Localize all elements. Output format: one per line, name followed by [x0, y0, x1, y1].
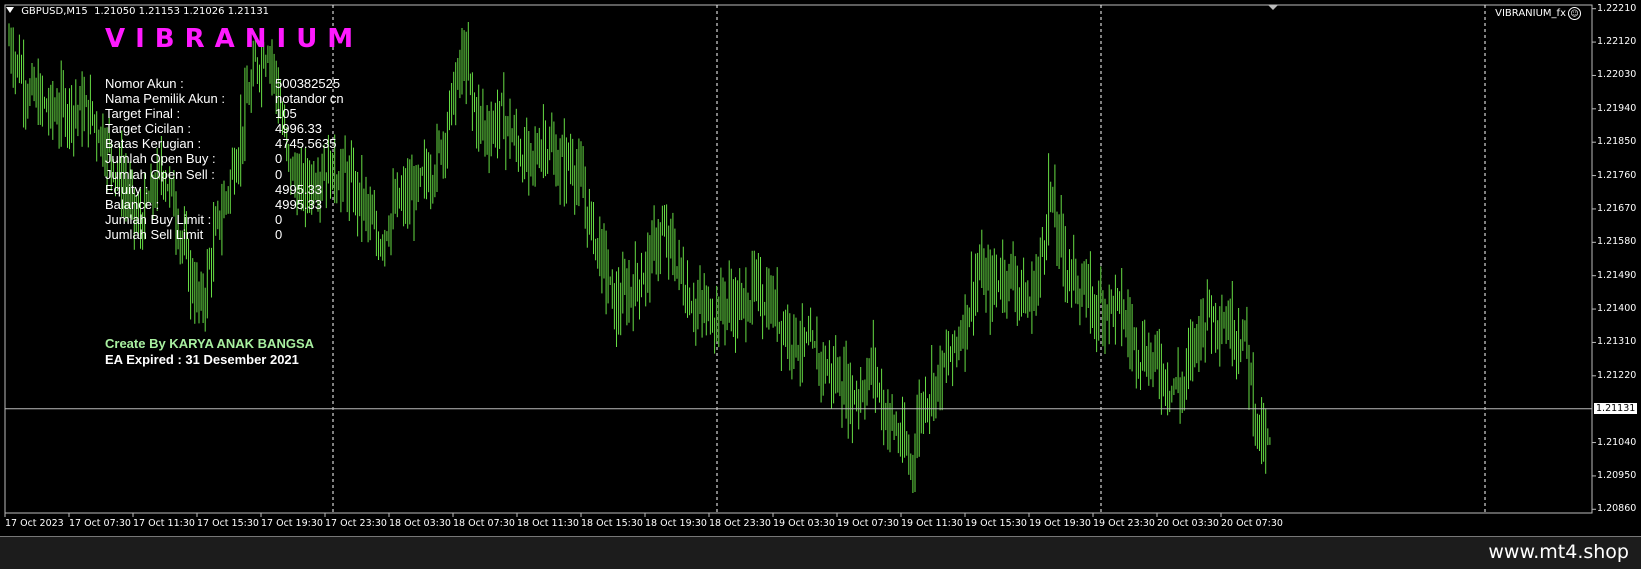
- time-tick-label: 18 Oct 07:30: [453, 518, 515, 529]
- smiley-icon[interactable]: ☺: [1568, 7, 1581, 20]
- price-tick-label: 1.21490: [1597, 269, 1637, 281]
- footer-bar: www.mt4.shop: [0, 537, 1641, 569]
- info-value: 0: [275, 166, 283, 182]
- info-value: 0: [275, 151, 283, 167]
- dropdown-triangle-icon[interactable]: [6, 7, 14, 13]
- expert-advisor-badge[interactable]: VIBRANIUM_fx ☺: [1495, 7, 1581, 20]
- time-tick-label: 19 Oct 07:30: [837, 518, 899, 529]
- info-label: Batas Kerugian :: [105, 136, 202, 152]
- time-tick-label: 19 Oct 23:30: [1093, 518, 1155, 529]
- price-tick-label: 1.21400: [1597, 303, 1637, 315]
- time-tick-label: 17 Oct 07:30: [69, 518, 131, 529]
- price-tick-label: 1.20860: [1597, 503, 1637, 515]
- price-tick-label: 1.22210: [1597, 2, 1637, 14]
- time-tick-label: 19 Oct 03:30: [773, 518, 835, 529]
- price-tick-label: 1.21310: [1597, 336, 1637, 348]
- info-label: Jumlah Sell Limit: [105, 226, 204, 242]
- price-tick-label: 1.21940: [1597, 102, 1637, 114]
- time-tick-label: 19 Oct 19:30: [1029, 518, 1091, 529]
- info-value: 4996.33: [275, 121, 322, 137]
- symbol-name: GBPUSD,M15: [21, 6, 88, 17]
- info-label: Jumlah Buy Limit :: [105, 211, 212, 227]
- info-label: Nama Pemilik Akun :: [105, 91, 225, 107]
- price-tick-label: 1.20950: [1597, 469, 1637, 481]
- info-value: 4745.5635: [275, 136, 337, 152]
- price-tick-label: 1.22120: [1597, 36, 1637, 48]
- chart-frame: [4, 4, 1593, 514]
- expiry-text: EA Expired : 31 Desember 2021: [105, 352, 299, 367]
- time-tick-label: 17 Oct 15:30: [197, 518, 259, 529]
- price-tick-label: 1.21670: [1597, 202, 1637, 214]
- price-tick-label: 1.21760: [1597, 169, 1637, 181]
- time-tick-label: 20 Oct 07:30: [1221, 518, 1283, 529]
- shift-marker-icon[interactable]: [1268, 5, 1278, 10]
- info-value: 0: [275, 226, 283, 242]
- chart-window[interactable]: GBPUSD,M15 1.21050 1.21153 1.21026 1.211…: [0, 0, 1641, 537]
- info-value: 0: [275, 211, 283, 227]
- time-tick-label: 18 Oct 11:30: [517, 518, 579, 529]
- time-tick-label: 17 Oct 23:30: [325, 518, 387, 529]
- ea-name: VIBRANIUM_fx: [1495, 8, 1566, 19]
- time-tick-label: 18 Oct 15:30: [581, 518, 643, 529]
- watermark: www.mt4.shop: [1488, 541, 1629, 563]
- info-label: Balance :: [105, 196, 160, 212]
- credit-block: Create By KARYA ANAK BANGSA EA Expired :…: [105, 336, 314, 367]
- price-tick-label: 1.21220: [1597, 369, 1637, 381]
- info-label: Nomor Akun :: [105, 76, 184, 91]
- time-tick-label: 18 Oct 23:30: [709, 518, 771, 529]
- price-tick-label: 1.21040: [1597, 436, 1637, 448]
- time-tick-label: 18 Oct 03:30: [389, 518, 451, 529]
- info-value: 500382525: [275, 76, 341, 91]
- price-axis[interactable]: 1.22210 1.22120 1.22030 1.21940 1.21850 1.217…: [1592, 0, 1641, 515]
- candlestick-chart[interactable]: [0, 0, 1641, 537]
- credit-text: Create By KARYA ANAK BANGSA: [105, 336, 315, 351]
- info-value: 105: [275, 106, 297, 122]
- symbol-header: GBPUSD,M15 1.21050 1.21153 1.21026 1.211…: [6, 6, 269, 17]
- time-tick-label: 19 Oct 15:30: [965, 518, 1027, 529]
- price-tick-label: 1.21850: [1597, 136, 1637, 148]
- current-price-label: 1.21131: [1594, 403, 1638, 414]
- info-value: 4995.33: [275, 196, 322, 212]
- price-tick-label: 1.21580: [1597, 236, 1637, 248]
- info-value: 4995.33: [275, 181, 322, 197]
- info-label: Target Final :: [105, 106, 181, 122]
- info-value: notandor cn: [275, 91, 344, 107]
- info-label: Target Cicilan :: [105, 121, 191, 137]
- info-label: Jumlah Open Buy :: [105, 151, 216, 167]
- time-tick-label: 17 Oct 11:30: [133, 518, 195, 529]
- info-label: Equity :: [105, 181, 149, 197]
- time-tick-label: 18 Oct 19:30: [645, 518, 707, 529]
- time-tick-label: 17 Oct 2023: [5, 518, 64, 529]
- time-tick-label: 17 Oct 19:30: [261, 518, 323, 529]
- time-tick-label: 20 Oct 03:30: [1157, 518, 1219, 529]
- info-label: Jumlah Open Sell :: [105, 166, 215, 182]
- ohlc-values: 1.21050 1.21153 1.21026 1.21131: [94, 6, 270, 17]
- price-tick-label: 1.22030: [1597, 69, 1637, 81]
- ea-title: VIBRANIUM: [105, 24, 364, 54]
- time-tick-label: 19 Oct 11:30: [901, 518, 963, 529]
